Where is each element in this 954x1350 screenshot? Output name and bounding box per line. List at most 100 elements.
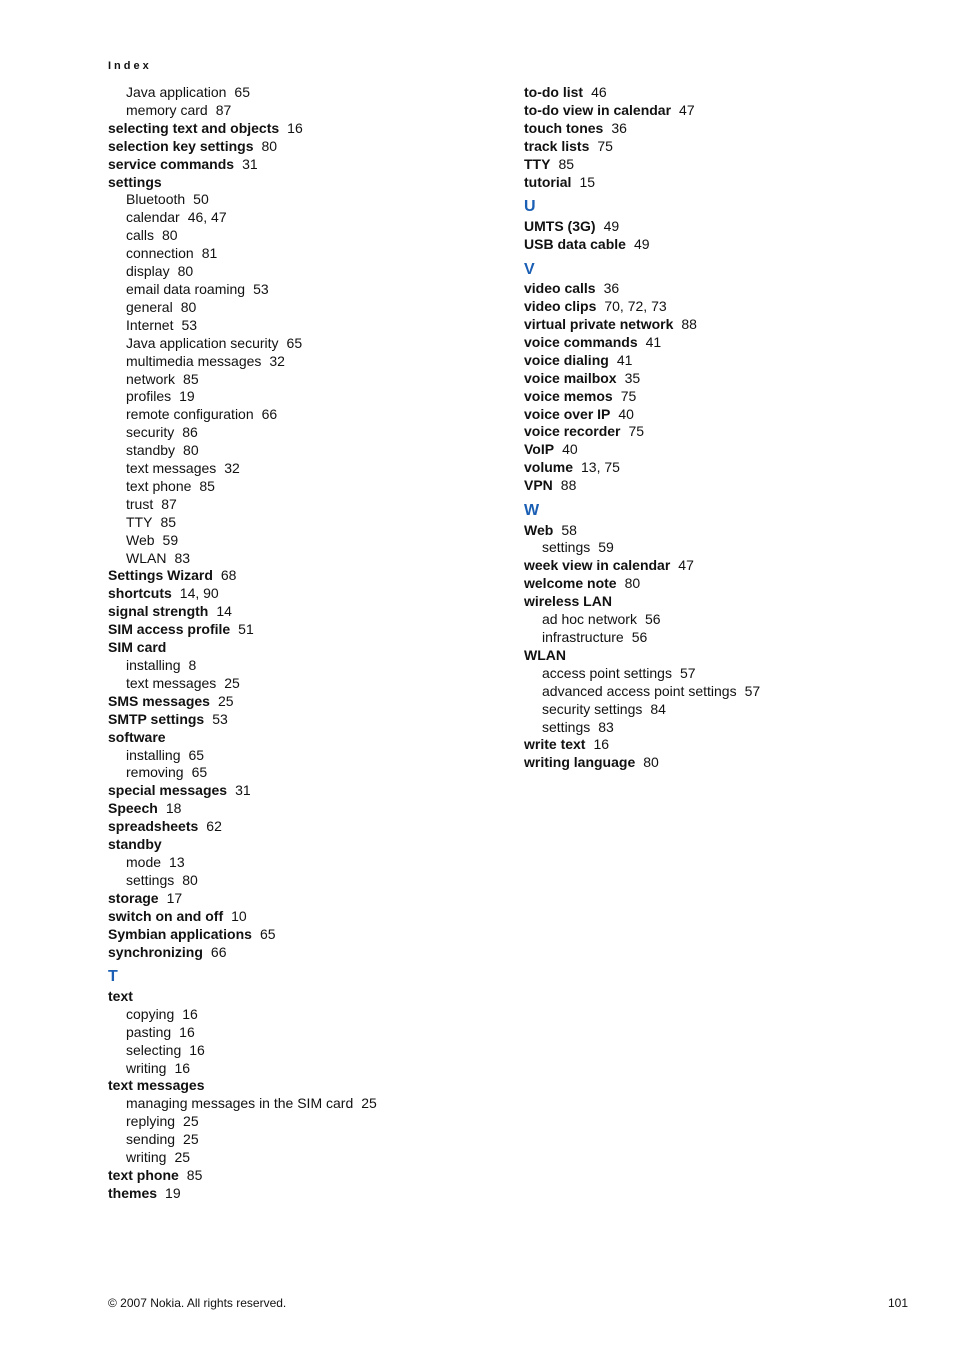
index-pages: 88 bbox=[561, 477, 577, 493]
index-term: Internet bbox=[126, 317, 173, 333]
index-term: spreadsheets bbox=[108, 818, 198, 834]
index-pages: 59 bbox=[163, 532, 179, 548]
footer: © 2007 Nokia. All rights reserved. 101 bbox=[108, 1296, 908, 1310]
index-pages: 65 bbox=[287, 335, 303, 351]
index-pages: 53 bbox=[253, 281, 269, 297]
index-pages: 56 bbox=[632, 629, 648, 645]
index-entry: software bbox=[108, 729, 488, 747]
index-term: pasting bbox=[126, 1024, 171, 1040]
index-term: Speech bbox=[108, 800, 158, 816]
index-term: voice dialing bbox=[524, 352, 609, 368]
index-subentry: display80 bbox=[126, 263, 488, 281]
index-term: signal strength bbox=[108, 603, 208, 619]
index-subentry: text messages32 bbox=[126, 460, 488, 478]
index-pages: 15 bbox=[579, 174, 595, 190]
index-entry: storage17 bbox=[108, 890, 488, 908]
index-entry: Speech18 bbox=[108, 800, 488, 818]
index-entry: volume13, 75 bbox=[524, 459, 904, 477]
index-term: VPN bbox=[524, 477, 553, 493]
index-subentry: security settings84 bbox=[542, 701, 904, 719]
index-pages: 25 bbox=[183, 1131, 199, 1147]
index-term: touch tones bbox=[524, 120, 603, 136]
index-entry: write text16 bbox=[524, 736, 904, 754]
index-term: welcome note bbox=[524, 575, 617, 591]
index-term: email data roaming bbox=[126, 281, 245, 297]
index-entry: track lists75 bbox=[524, 138, 904, 156]
index-entry: voice commands 41 bbox=[524, 334, 904, 352]
index-term: wireless LAN bbox=[524, 593, 612, 609]
index-subentry: infrastructure56 bbox=[542, 629, 904, 647]
index-pages: 25 bbox=[183, 1113, 199, 1129]
footer-copyright: © 2007 Nokia. All rights reserved. bbox=[108, 1296, 848, 1310]
index-term: text messages bbox=[126, 460, 216, 476]
index-subentry: security86 bbox=[126, 424, 488, 442]
index-subentry: sending 25 bbox=[126, 1131, 488, 1149]
index-entry: voice mailbox35 bbox=[524, 370, 904, 388]
index-subentry: Java application security 65 bbox=[126, 335, 488, 353]
page: Index Java application65memory card87sel… bbox=[0, 0, 954, 1350]
index-pages: 41 bbox=[646, 334, 662, 350]
index-entry: VoIP40 bbox=[524, 441, 904, 459]
index-section-head: W bbox=[524, 501, 904, 521]
index-term: to-do view in calendar bbox=[524, 102, 671, 118]
index-term: standby bbox=[108, 836, 162, 852]
index-entry: UMTS (3G)49 bbox=[524, 218, 904, 236]
index-term: installing bbox=[126, 657, 180, 673]
index-term: sending bbox=[126, 1131, 175, 1147]
index-term: selection key settings bbox=[108, 138, 254, 154]
index-pages: 85 bbox=[199, 478, 215, 494]
index-term: Symbian applications bbox=[108, 926, 252, 942]
index-term: voice commands bbox=[524, 334, 638, 350]
index-term: write text bbox=[524, 736, 585, 752]
index-entry: video clips70, 72, 73 bbox=[524, 298, 904, 316]
index-entry: SIM card bbox=[108, 639, 488, 657]
index-subentry: settings83 bbox=[542, 719, 904, 737]
index-subentry: access point settings57 bbox=[542, 665, 904, 683]
index-entry: themes19 bbox=[108, 1185, 488, 1203]
index-term: writing bbox=[126, 1149, 166, 1165]
index-entry: selecting text and objects16 bbox=[108, 120, 488, 138]
index-pages: 80 bbox=[625, 575, 641, 591]
index-subentry: writing16 bbox=[126, 1060, 488, 1078]
index-subentry: settings59 bbox=[542, 539, 904, 557]
index-entry: TTY85 bbox=[524, 156, 904, 174]
index-term: synchronizing bbox=[108, 944, 203, 960]
index-term: tutorial bbox=[524, 174, 571, 190]
index-pages: 47 bbox=[678, 557, 694, 573]
index-section-head: V bbox=[524, 260, 904, 280]
index-term: voice over IP bbox=[524, 406, 610, 422]
index-subentry: calendar46, 47 bbox=[126, 209, 488, 227]
index-term: Java application security bbox=[126, 335, 279, 351]
index-subentry: mode13 bbox=[126, 854, 488, 872]
index-pages: 81 bbox=[202, 245, 218, 261]
index-term: mode bbox=[126, 854, 161, 870]
index-pages: 50 bbox=[193, 191, 209, 207]
index-term: text messages bbox=[126, 675, 216, 691]
index-term: calendar bbox=[126, 209, 180, 225]
index-term: security bbox=[126, 424, 174, 440]
index-entry: selection key settings80 bbox=[108, 138, 488, 156]
index-pages: 70, 72, 73 bbox=[604, 298, 666, 314]
index-term: writing bbox=[126, 1060, 166, 1076]
index-term: video calls bbox=[524, 280, 596, 296]
index-subentry: advanced access point settings57 bbox=[542, 683, 904, 701]
index-pages: 53 bbox=[212, 711, 228, 727]
index-entry: synchronizing66 bbox=[108, 944, 488, 962]
index-pages: 85 bbox=[183, 371, 199, 387]
index-subentry: ad hoc network56 bbox=[542, 611, 904, 629]
index-term: text bbox=[108, 988, 133, 1004]
index-term: text messages bbox=[108, 1077, 205, 1093]
index-subentry: trust87 bbox=[126, 496, 488, 514]
index-subentry: installing65 bbox=[126, 747, 488, 765]
index-pages: 65 bbox=[234, 84, 250, 100]
index-term: SIM access profile bbox=[108, 621, 230, 637]
index-subentry: memory card87 bbox=[126, 102, 488, 120]
index-pages: 14 bbox=[216, 603, 232, 619]
index-pages: 85 bbox=[558, 156, 574, 172]
index-pages: 46 bbox=[591, 84, 607, 100]
index-term: remote configuration bbox=[126, 406, 254, 422]
index-subentry: standby80 bbox=[126, 442, 488, 460]
index-pages: 16 bbox=[179, 1024, 195, 1040]
index-term: copying bbox=[126, 1006, 174, 1022]
index-pages: 8 bbox=[188, 657, 196, 673]
